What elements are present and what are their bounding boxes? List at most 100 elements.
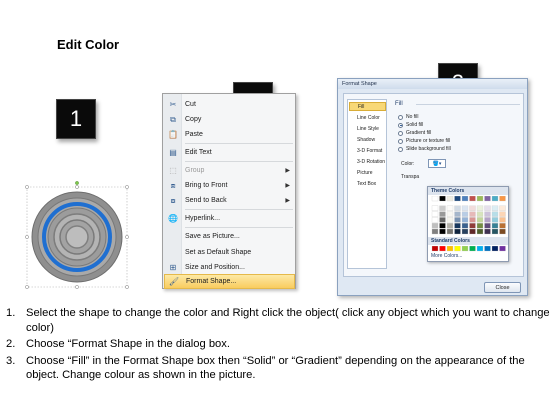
radio-gradient-fill[interactable]: Gradient fill [398, 130, 431, 136]
theme-color-swatch[interactable] [461, 205, 469, 211]
radio-no-fill[interactable]: No fill [398, 114, 419, 120]
theme-color-swatch[interactable] [476, 223, 484, 229]
menu-item-paste[interactable]: 📋 Paste [164, 127, 295, 142]
menu-item-format-shape[interactable]: 🖌 Format Shape... [164, 274, 295, 289]
theme-color-swatch[interactable] [461, 211, 469, 217]
theme-color-swatch[interactable] [476, 196, 484, 202]
color-picker-button[interactable]: 🪣▾ [428, 159, 446, 168]
theme-color-swatch[interactable] [484, 223, 491, 229]
theme-color-swatch[interactable] [476, 205, 484, 211]
theme-color-swatch[interactable] [469, 223, 476, 229]
standard-color-swatch[interactable] [461, 246, 469, 252]
theme-color-swatch[interactable] [499, 228, 506, 235]
theme-color-swatch[interactable] [446, 196, 454, 202]
theme-color-swatch[interactable] [439, 211, 446, 217]
theme-color-swatch[interactable] [461, 223, 469, 229]
theme-color-swatch[interactable] [491, 223, 499, 229]
theme-color-swatch[interactable] [499, 223, 506, 229]
category-shadow[interactable]: Shadow [349, 135, 386, 144]
theme-color-swatch[interactable] [499, 217, 506, 223]
standard-color-row[interactable] [428, 246, 510, 253]
theme-color-swatch[interactable] [476, 211, 484, 217]
theme-color-swatch[interactable] [491, 228, 499, 235]
theme-color-swatch[interactable] [439, 196, 446, 202]
menu-item-bring-to-front[interactable]: ⧈ Bring to Front ▶ [164, 178, 295, 193]
theme-color-swatch[interactable] [469, 205, 476, 211]
standard-color-swatch[interactable] [476, 246, 484, 252]
theme-color-swatch[interactable] [484, 196, 491, 202]
theme-color-swatch[interactable] [454, 223, 461, 229]
category-text-box[interactable]: Text Box [349, 179, 386, 188]
theme-color-swatch[interactable] [431, 211, 439, 217]
standard-color-swatch[interactable] [484, 246, 491, 252]
theme-color-swatch[interactable] [484, 205, 491, 211]
theme-color-swatch[interactable] [499, 196, 506, 202]
menu-item-save-as-picture[interactable]: Save as Picture... [164, 229, 295, 244]
radio-slide-background-fill[interactable]: Slide background fill [398, 146, 451, 152]
menu-item-send-to-back[interactable]: ⧇ Send to Back ▶ [164, 193, 295, 208]
category-picture[interactable]: Picture [349, 168, 386, 177]
menu-item-size-position[interactable]: ⊞ Size and Position... [164, 260, 295, 275]
theme-color-swatch[interactable] [469, 217, 476, 223]
theme-color-swatch[interactable] [446, 228, 454, 235]
theme-color-swatch[interactable] [446, 223, 454, 229]
theme-color-swatch[interactable] [491, 205, 499, 211]
more-colors-link[interactable]: More Colors... [431, 253, 462, 259]
theme-color-swatch[interactable] [461, 196, 469, 202]
menu-item-set-default-shape[interactable]: Set as Default Shape [164, 245, 295, 260]
menu-item-group[interactable]: ⬚ Group ▶ [164, 163, 295, 178]
theme-color-grid[interactable] [428, 196, 510, 236]
radio-solid-fill[interactable]: Solid fill [398, 122, 423, 128]
standard-color-swatch[interactable] [454, 246, 461, 252]
standard-color-swatch[interactable] [491, 246, 499, 252]
theme-color-swatch[interactable] [484, 217, 491, 223]
close-button[interactable]: Close [484, 282, 521, 293]
menu-item-copy[interactable]: ⧉ Copy [164, 112, 295, 127]
theme-color-swatch[interactable] [499, 205, 506, 211]
theme-color-swatch[interactable] [469, 196, 476, 202]
standard-color-swatch[interactable] [499, 246, 506, 252]
standard-color-swatch[interactable] [431, 246, 439, 252]
menu-item-cut[interactable]: ✂ Cut [164, 97, 295, 112]
theme-color-swatch[interactable] [484, 211, 491, 217]
standard-color-swatch[interactable] [469, 246, 476, 252]
theme-color-swatch[interactable] [484, 228, 491, 235]
standard-color-swatch[interactable] [439, 246, 446, 252]
theme-color-swatch[interactable] [431, 205, 439, 211]
standard-color-swatch[interactable] [446, 246, 454, 252]
theme-color-swatch[interactable] [446, 211, 454, 217]
radio-picture-fill[interactable]: Picture or texture fill [398, 138, 450, 144]
theme-color-swatch[interactable] [431, 217, 439, 223]
theme-color-swatch[interactable] [431, 223, 439, 229]
theme-color-swatch[interactable] [476, 228, 484, 235]
menu-item-edit-text[interactable]: ▤ Edit Text [164, 145, 295, 160]
theme-color-swatch[interactable] [454, 211, 461, 217]
category-fill[interactable]: Fill [349, 102, 386, 111]
theme-color-swatch[interactable] [461, 228, 469, 235]
theme-color-swatch[interactable] [439, 205, 446, 211]
category-3d-format[interactable]: 3-D Format [349, 146, 386, 155]
menu-item-hyperlink[interactable]: 🌐 Hyperlink... [164, 211, 295, 226]
theme-color-swatch[interactable] [431, 196, 439, 202]
theme-color-swatch[interactable] [454, 196, 461, 202]
theme-color-swatch[interactable] [439, 228, 446, 235]
theme-color-swatch[interactable] [491, 196, 499, 202]
theme-color-swatch[interactable] [476, 217, 484, 223]
theme-color-swatch[interactable] [454, 228, 461, 235]
theme-color-swatch[interactable] [446, 217, 454, 223]
category-line-color[interactable]: Line Color [349, 113, 386, 122]
category-line-style[interactable]: Line Style [349, 124, 386, 133]
theme-color-swatch[interactable] [491, 211, 499, 217]
category-3d-rotation[interactable]: 3-D Rotation [349, 157, 386, 166]
theme-color-swatch[interactable] [469, 211, 476, 217]
theme-color-swatch[interactable] [469, 228, 476, 235]
theme-color-swatch[interactable] [439, 217, 446, 223]
theme-color-swatch[interactable] [491, 217, 499, 223]
theme-color-swatch[interactable] [461, 217, 469, 223]
theme-color-swatch[interactable] [431, 228, 439, 235]
theme-color-swatch[interactable] [454, 205, 461, 211]
theme-color-swatch[interactable] [499, 211, 506, 217]
theme-color-swatch[interactable] [454, 217, 461, 223]
theme-color-swatch[interactable] [439, 223, 446, 229]
selected-shape[interactable] [24, 181, 130, 291]
